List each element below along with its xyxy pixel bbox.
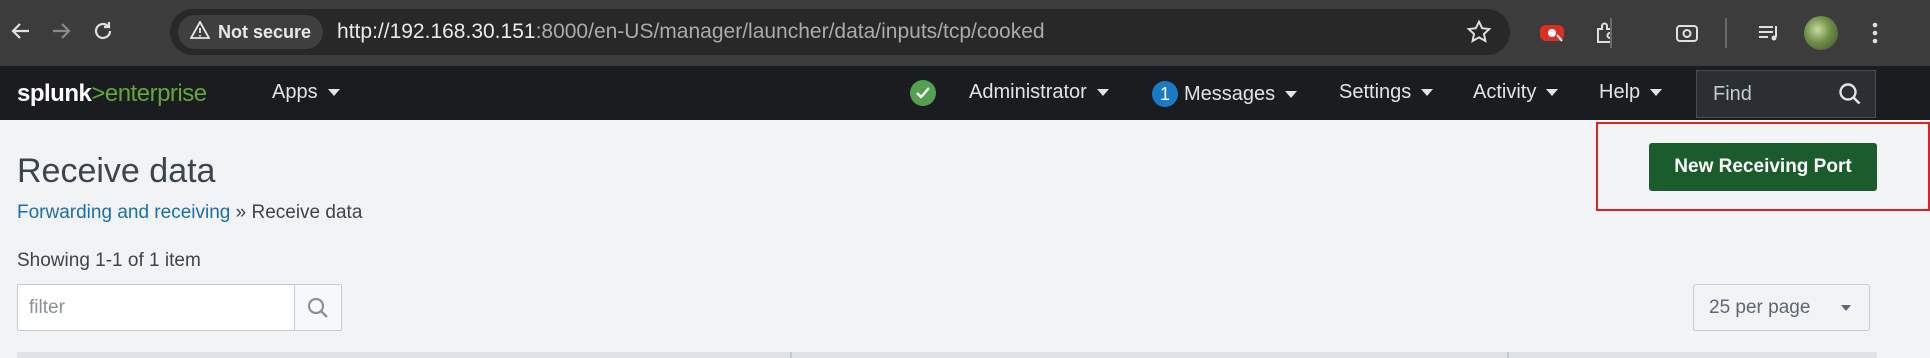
breadcrumb-separator: » — [235, 202, 247, 223]
health-status-icon[interactable] — [910, 80, 936, 106]
url-host: http://192.168.30.151 — [337, 20, 536, 43]
back-icon[interactable] — [4, 14, 38, 48]
filter-search-button[interactable] — [294, 285, 341, 330]
url-path: :8000/en-US/manager/launcher/data/inputs… — [535, 20, 1045, 43]
user-menu[interactable]: Administrator — [969, 81, 1109, 104]
search-icon — [306, 296, 330, 320]
breadcrumb: Forwarding and receiving » Receive data — [17, 202, 362, 224]
apps-menu[interactable]: Apps — [272, 81, 340, 104]
per-page-select[interactable]: 25 per page — [1693, 284, 1870, 331]
url-text[interactable]: http://192.168.30.151:8000/en-US/manager… — [337, 20, 1045, 44]
address-bar[interactable]: Not secure http://192.168.30.151:8000/en… — [170, 9, 1510, 55]
warning-icon — [189, 19, 211, 44]
search-icon[interactable] — [1837, 81, 1863, 107]
security-chip[interactable]: Not secure — [178, 15, 324, 49]
splunk-logo[interactable]: splunk>enterprise — [17, 80, 207, 108]
per-page-value: 25 per page — [1709, 296, 1811, 318]
media-queue-icon[interactable] — [1752, 16, 1786, 50]
find-search-box[interactable]: Find — [1696, 70, 1876, 118]
toolbar-divider — [1725, 18, 1727, 48]
splunk-header: splunk>enterprise Apps Administrator 1 M… — [0, 66, 1930, 120]
table-header-strip — [17, 352, 1877, 358]
browser-menu-icon[interactable] — [1858, 16, 1892, 50]
chevron-down-icon — [327, 89, 340, 96]
chevron-down-icon — [1096, 89, 1109, 96]
chevron-down-icon — [1650, 89, 1663, 96]
activity-menu[interactable]: Activity — [1473, 81, 1559, 104]
messages-menu[interactable]: 1 Messages — [1152, 81, 1298, 107]
find-placeholder: Find — [1713, 82, 1752, 105]
chevron-down-icon — [1421, 89, 1434, 96]
settings-menu[interactable]: Settings — [1339, 81, 1434, 104]
forward-icon[interactable] — [44, 14, 78, 48]
filter-box — [17, 284, 342, 331]
browser-toolbar: Not secure http://192.168.30.151:8000/en… — [0, 0, 1930, 66]
security-label: Not secure — [218, 21, 312, 42]
item-count: Showing 1-1 of 1 item — [17, 250, 201, 271]
extensions-puzzle-icon[interactable] — [1589, 16, 1623, 50]
chevron-down-icon — [1285, 90, 1298, 98]
page-title: Receive data — [17, 152, 216, 190]
breadcrumb-link-forwarding[interactable]: Forwarding and receiving — [17, 202, 230, 223]
highlight-box — [1596, 122, 1930, 211]
extension-record-icon[interactable] — [1535, 16, 1569, 50]
messages-count-badge: 1 — [1152, 81, 1178, 107]
filter-input[interactable] — [18, 285, 294, 330]
breadcrumb-current: Receive data — [251, 202, 363, 223]
bookmark-star-icon[interactable] — [1466, 19, 1492, 50]
column-divider — [790, 352, 792, 358]
profile-avatar[interactable] — [1804, 16, 1838, 50]
column-divider — [1507, 352, 1509, 358]
chevron-down-icon — [1841, 305, 1851, 311]
toolbar-divider — [1610, 18, 1612, 48]
help-menu[interactable]: Help — [1599, 81, 1663, 104]
screen-capture-icon[interactable] — [1670, 16, 1704, 50]
reload-icon[interactable] — [86, 14, 120, 48]
chevron-down-icon — [1546, 89, 1559, 96]
